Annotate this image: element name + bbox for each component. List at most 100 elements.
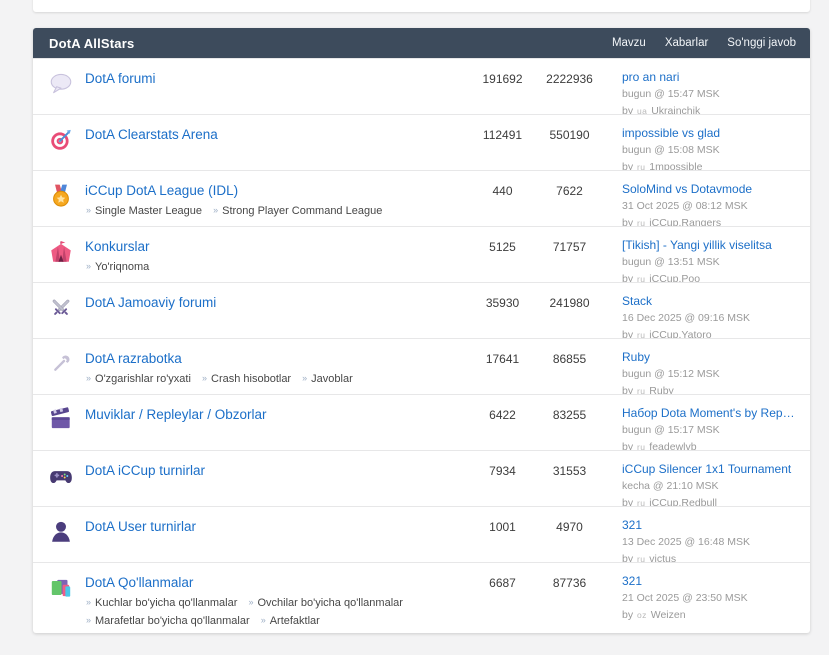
lastpost-time: 31 Oct 2025 @ 08:12 MSK xyxy=(622,200,796,213)
forum-row: DotA User turnirlar 1001 4970 321 13 Dec… xyxy=(33,506,810,562)
forum-row: DotA Jamoaviy forumi 35930 241980 Stack … xyxy=(33,282,810,338)
lastpost-time: bugun @ 13:51 MSK xyxy=(622,256,796,269)
posts-count: 31553 xyxy=(536,462,603,479)
posts-count: 2222936 xyxy=(536,70,603,87)
lastpost-user[interactable]: iCCup.Redbull xyxy=(649,497,717,506)
forum-name-link[interactable]: DotA forumi xyxy=(85,70,156,87)
forum-name-link[interactable]: DotA Qo'llanmalar xyxy=(85,574,193,591)
lastpost-title-link[interactable]: pro an nari xyxy=(622,70,796,84)
lastpost-time: bugun @ 15:08 MSK xyxy=(622,144,796,157)
forum-row: DotA Qo'llanmalar » Kuchlar bo'yicha qo'l… xyxy=(33,562,810,633)
lastpost-time: 21 Oct 2025 @ 23:50 MSK xyxy=(622,592,796,605)
forum-row: DotA forumi 191692 2222936 pro an nari b… xyxy=(33,58,810,114)
subforum-link[interactable]: Yo'riqnoma xyxy=(95,261,149,273)
subforum-link[interactable]: Artefaktlar xyxy=(270,615,320,627)
lastpost-user[interactable]: iCCup.Poo xyxy=(649,273,700,282)
posts-count: 83255 xyxy=(536,406,603,423)
by-label: by xyxy=(622,105,633,114)
lastpost-title-link[interactable]: SoloMind vs Dotavmode xyxy=(622,182,796,196)
subforum-link[interactable]: Javoblar xyxy=(311,373,353,385)
books-icon xyxy=(33,575,85,601)
lastpost-title-link[interactable]: Ruby xyxy=(622,350,796,364)
country-flag: oz xyxy=(636,610,648,620)
category-title: DotA AllStars xyxy=(49,36,593,51)
subforum-list: »Marafetlar bo'yicha qo'llanmalar »Artef… xyxy=(85,613,469,628)
lastpost-title-link[interactable]: Набор Dota Moment's by Replay Team xyxy=(622,406,796,420)
crossed-swords-icon xyxy=(33,295,85,321)
lastpost-user[interactable]: iCCup.Yatoro xyxy=(649,329,711,338)
forum-row: Muviklar / Repleylar / Obzorlar 6422 832… xyxy=(33,394,810,450)
lastpost-title-link[interactable]: iCCup Silencer 1x1 Tournament xyxy=(622,462,796,476)
subforum-link[interactable]: Single Master League xyxy=(95,205,202,217)
posts-count: 86855 xyxy=(536,350,603,367)
subforum-list: » Yo'riqnoma xyxy=(85,259,469,274)
lastpost-title-link[interactable]: 321 xyxy=(622,518,796,532)
forum-category-panel: DotA AllStars Mavzu Xabarlar So'nggi jav… xyxy=(33,28,810,633)
lastpost-user[interactable]: victus xyxy=(649,553,676,562)
subforum-bullet: » xyxy=(86,597,91,607)
lastpost-title-link[interactable]: Stack xyxy=(622,294,796,308)
category-header: DotA AllStars Mavzu Xabarlar So'nggi jav… xyxy=(33,28,810,58)
subforum-bullet: » xyxy=(86,261,91,271)
country-flag: ua xyxy=(636,106,648,114)
subforum-bullet: » xyxy=(202,373,207,383)
lastpost-user[interactable]: 1mpossible xyxy=(649,161,702,170)
subforum-link[interactable]: Marafetlar bo'yicha qo'llanmalar xyxy=(95,615,250,627)
circus-tent-icon xyxy=(33,239,85,265)
topics-count: 17641 xyxy=(469,350,536,367)
lastpost-user[interactable]: Ukrainchik xyxy=(651,105,700,114)
subforum-bullet: » xyxy=(86,205,91,215)
country-flag: ru xyxy=(636,554,646,562)
forum-row: iCCup DotA League (IDL) » Single Master L… xyxy=(33,170,810,226)
topics-count: 6422 xyxy=(469,406,536,423)
lastpost-title-link[interactable]: 321 xyxy=(622,574,796,588)
by-label: by xyxy=(622,553,633,562)
wrench-icon xyxy=(33,351,85,377)
by-label: by xyxy=(622,273,633,282)
subforum-bullet: » xyxy=(302,373,307,383)
subforum-link[interactable]: Crash hisobotlar xyxy=(211,373,291,385)
forum-name-link[interactable]: Muviklar / Repleylar / Obzorlar xyxy=(85,406,267,423)
forum-name-link[interactable]: Konkurslar xyxy=(85,238,150,255)
column-header-lastpost: So'nggi javob xyxy=(727,37,796,49)
topics-count: 6687 xyxy=(469,574,536,591)
subforum-bullet: » xyxy=(86,615,91,625)
lastpost-time: bugun @ 15:12 MSK xyxy=(622,368,796,381)
forum-row: DotA Clearstats Arena 112491 550190 impo… xyxy=(33,114,810,170)
forum-name-link[interactable]: iCCup DotA League (IDL) xyxy=(85,182,238,199)
forum-name-link[interactable]: DotA Clearstats Arena xyxy=(85,126,218,143)
lastpost-user[interactable]: iCCup.Rangers xyxy=(649,217,721,226)
subforum-link[interactable]: Ovchilar bo'yicha qo'llanmalar xyxy=(257,597,402,609)
lastpost-user[interactable]: Ruby xyxy=(649,385,674,394)
posts-count: 550190 xyxy=(536,126,603,143)
posts-count: 4970 xyxy=(536,518,603,535)
forum-name-link[interactable]: DotA User turnirlar xyxy=(85,518,196,535)
lastpost-title-link[interactable]: impossible vs glad xyxy=(622,126,796,140)
medal-icon xyxy=(33,183,85,209)
user-icon xyxy=(33,519,85,545)
forum-name-link[interactable]: DotA iCCup turnirlar xyxy=(85,462,205,479)
country-flag: ru xyxy=(636,162,646,170)
subforum-list: » O'zgarishlar ro'yxati » Crash hisobotlar… xyxy=(85,371,469,386)
lastpost-time: 13 Dec 2025 @ 16:48 MSK xyxy=(622,536,796,549)
forum-name-link[interactable]: DotA razrabotka xyxy=(85,350,182,367)
by-label: by xyxy=(622,609,633,621)
topics-count: 1001 xyxy=(469,518,536,535)
lastpost-user[interactable]: feadewlvb xyxy=(649,441,696,450)
forum-row: Konkurslar »Yo'riqnoma 5125 71757 [Tikis… xyxy=(33,226,810,282)
lastpost-title-link[interactable]: [Tikish] - Yangi yillik viselitsa xyxy=(622,238,796,252)
speech-balloon-icon xyxy=(33,71,85,97)
topics-count: 112491 xyxy=(469,126,536,143)
subforum-list: »Single Master League »Strong Player Com… xyxy=(85,203,469,218)
lastpost-user[interactable]: Weizen xyxy=(651,609,686,621)
topics-count: 191692 xyxy=(469,70,536,87)
subforum-list: »Kuchlar bo'yicha qo'llanmalar »Ovchilar… xyxy=(85,595,469,610)
forum-row: DotA razrabotka » O'zgarishlar ro'yxati »… xyxy=(33,338,810,394)
subforum-link[interactable]: Strong Player Command League xyxy=(222,205,382,217)
subforum-link[interactable]: O'zgarishlar ro'yxati xyxy=(95,373,191,385)
forum-name-link[interactable]: DotA Jamoaviy forumi xyxy=(85,294,216,311)
subforum-link[interactable]: Kuchlar bo'yicha qo'llanmalar xyxy=(95,597,237,609)
game-controller-icon xyxy=(33,463,85,489)
topics-count: 7934 xyxy=(469,462,536,479)
posts-count: 7622 xyxy=(536,182,603,199)
